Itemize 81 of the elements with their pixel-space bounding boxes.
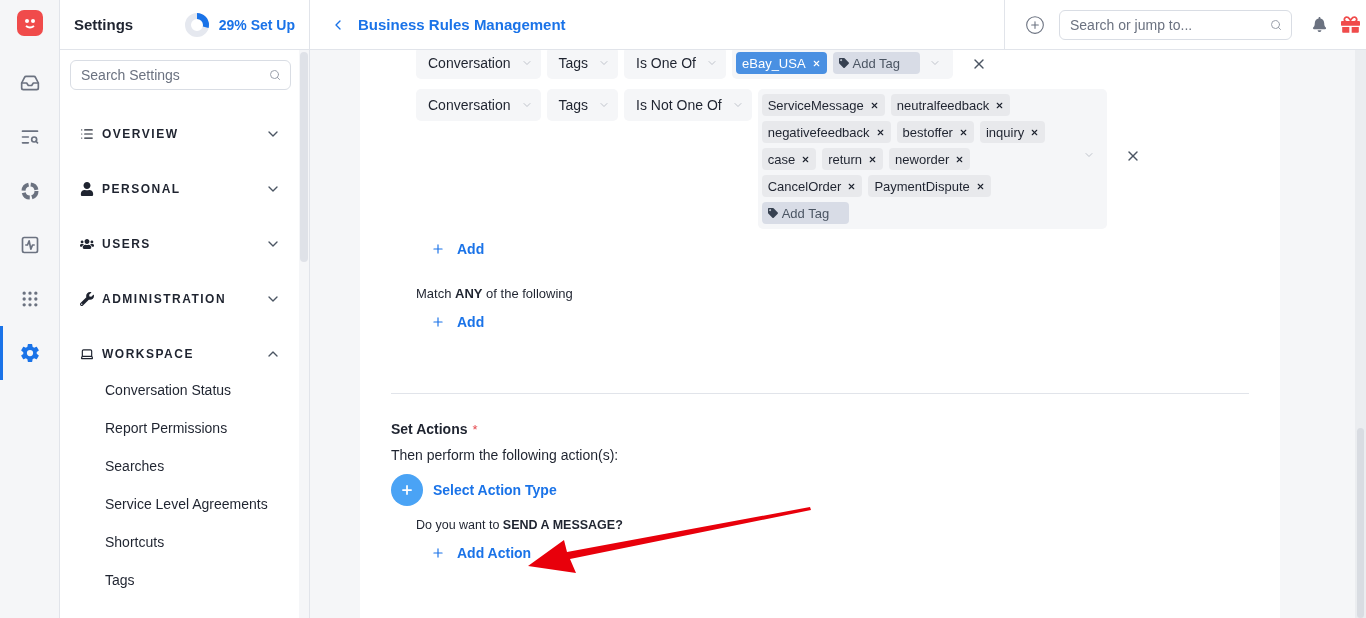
progress-ring [184, 12, 209, 37]
setup-link[interactable]: 29% Set Up [218, 16, 295, 33]
remove-icon[interactable] [975, 181, 985, 191]
list-icon [80, 126, 94, 141]
tag-chip: negativefeedback [761, 121, 891, 143]
tag-chip: eBay_USA [736, 52, 827, 74]
remove-icon[interactable] [1030, 127, 1040, 137]
tag-chip: case [761, 148, 817, 170]
settings-link[interactable]: Report Permissions [70, 419, 270, 437]
tag-icon [838, 58, 849, 68]
settings-link[interactable]: Conversation Status [70, 381, 270, 399]
gift-icon[interactable] [1341, 15, 1360, 34]
required-mark: * [472, 422, 478, 437]
tag-chip: neutralfeedback [890, 94, 1011, 116]
section-header[interactable]: PERSONAL [70, 161, 291, 216]
operator-select[interactable]: Is Not One Of [624, 89, 752, 121]
people-icon [80, 236, 94, 251]
remove-icon[interactable] [868, 154, 878, 164]
settings-link[interactable]: Searches [70, 457, 270, 475]
wrench-icon [80, 291, 94, 306]
section-title: Set Actions [391, 421, 468, 437]
section-header[interactable]: WORKSPACE [70, 326, 291, 381]
search-icon [269, 69, 281, 81]
laptop-icon [80, 346, 94, 361]
instruction-text: Then perform the following action(s): [391, 447, 620, 463]
search-field[interactable]: Search Settings [70, 60, 291, 90]
scrollbar-thumb[interactable] [300, 52, 308, 262]
person-icon [80, 181, 94, 196]
add-link[interactable]: Add [431, 314, 485, 330]
tag-chip: neworder [889, 148, 971, 170]
settings-link[interactable]: Service Level Agreements [70, 495, 270, 513]
remove-icon[interactable] [955, 154, 965, 164]
back-link[interactable]: Business Rules Management [310, 16, 1004, 33]
tag-chip: PaymentDispute [868, 175, 991, 197]
remove-icon[interactable] [847, 181, 857, 191]
tag-chip: bestoffer [896, 121, 974, 143]
add-tag-button[interactable]: Add Tag [832, 52, 921, 74]
plus-icon [431, 315, 445, 329]
bell-icon[interactable] [1312, 17, 1327, 32]
field-select[interactable]: Conversation [416, 50, 541, 79]
add-tag-button[interactable]: Add Tag [761, 202, 850, 224]
remove-icon[interactable] [958, 127, 968, 137]
add-icon[interactable] [1025, 14, 1045, 35]
add-action-type-button[interactable] [391, 474, 423, 506]
add-link[interactable]: Add [431, 241, 485, 257]
attribute-select[interactable]: Tags [546, 89, 619, 121]
settings-link[interactable]: Shortcuts [70, 533, 270, 551]
section-header[interactable]: ADMINISTRATION [70, 271, 291, 326]
list-search-icon [19, 127, 40, 147]
ring-icon [19, 181, 40, 201]
tag-input[interactable]: eBay_USA Add Tag [732, 50, 953, 79]
add-action-link[interactable]: Add Action [431, 545, 532, 561]
search-field[interactable]: Search or jump to... [1059, 9, 1292, 40]
search-icon [1270, 18, 1282, 31]
remove-icon[interactable] [869, 100, 879, 110]
question-text: Do you want to SEND A MESSAGE? [416, 518, 624, 532]
tag-chip: ServiceMessage [761, 94, 885, 116]
tag-input[interactable]: ServiceMessage neutralfeedback negativefeedback bestoffer inquiry case return neworder CancelOrder PaymentDispute Add Tag [757, 89, 1107, 229]
settings-icon [19, 343, 40, 363]
select-action-type-link[interactable]: Select Action Type [433, 482, 557, 498]
tag-chip: return [822, 148, 884, 170]
plus-icon [431, 546, 445, 560]
tag-icon [767, 208, 778, 218]
settings-link[interactable]: Tags [70, 571, 270, 589]
tag-chip: CancelOrder [761, 175, 863, 197]
tag-chip: inquiry [979, 121, 1046, 143]
remove-icon[interactable] [995, 100, 1005, 110]
panel-title: Settings [74, 16, 135, 33]
logo-icon[interactable] [16, 10, 43, 36]
operator-select[interactable]: Is One Of [624, 50, 726, 79]
remove-icon[interactable] [875, 127, 885, 137]
attribute-select[interactable]: Tags [546, 50, 619, 79]
section-header[interactable]: OVERVIEW [70, 106, 291, 161]
match-label: Match ANY of the following [416, 286, 574, 301]
remove-icon[interactable] [801, 154, 811, 164]
plus-icon [400, 483, 414, 497]
inbox-icon [19, 73, 40, 93]
plus-icon [431, 242, 445, 256]
activity-icon [19, 235, 40, 255]
section-header[interactable]: USERS [70, 216, 291, 271]
field-select[interactable]: Conversation [416, 89, 541, 121]
